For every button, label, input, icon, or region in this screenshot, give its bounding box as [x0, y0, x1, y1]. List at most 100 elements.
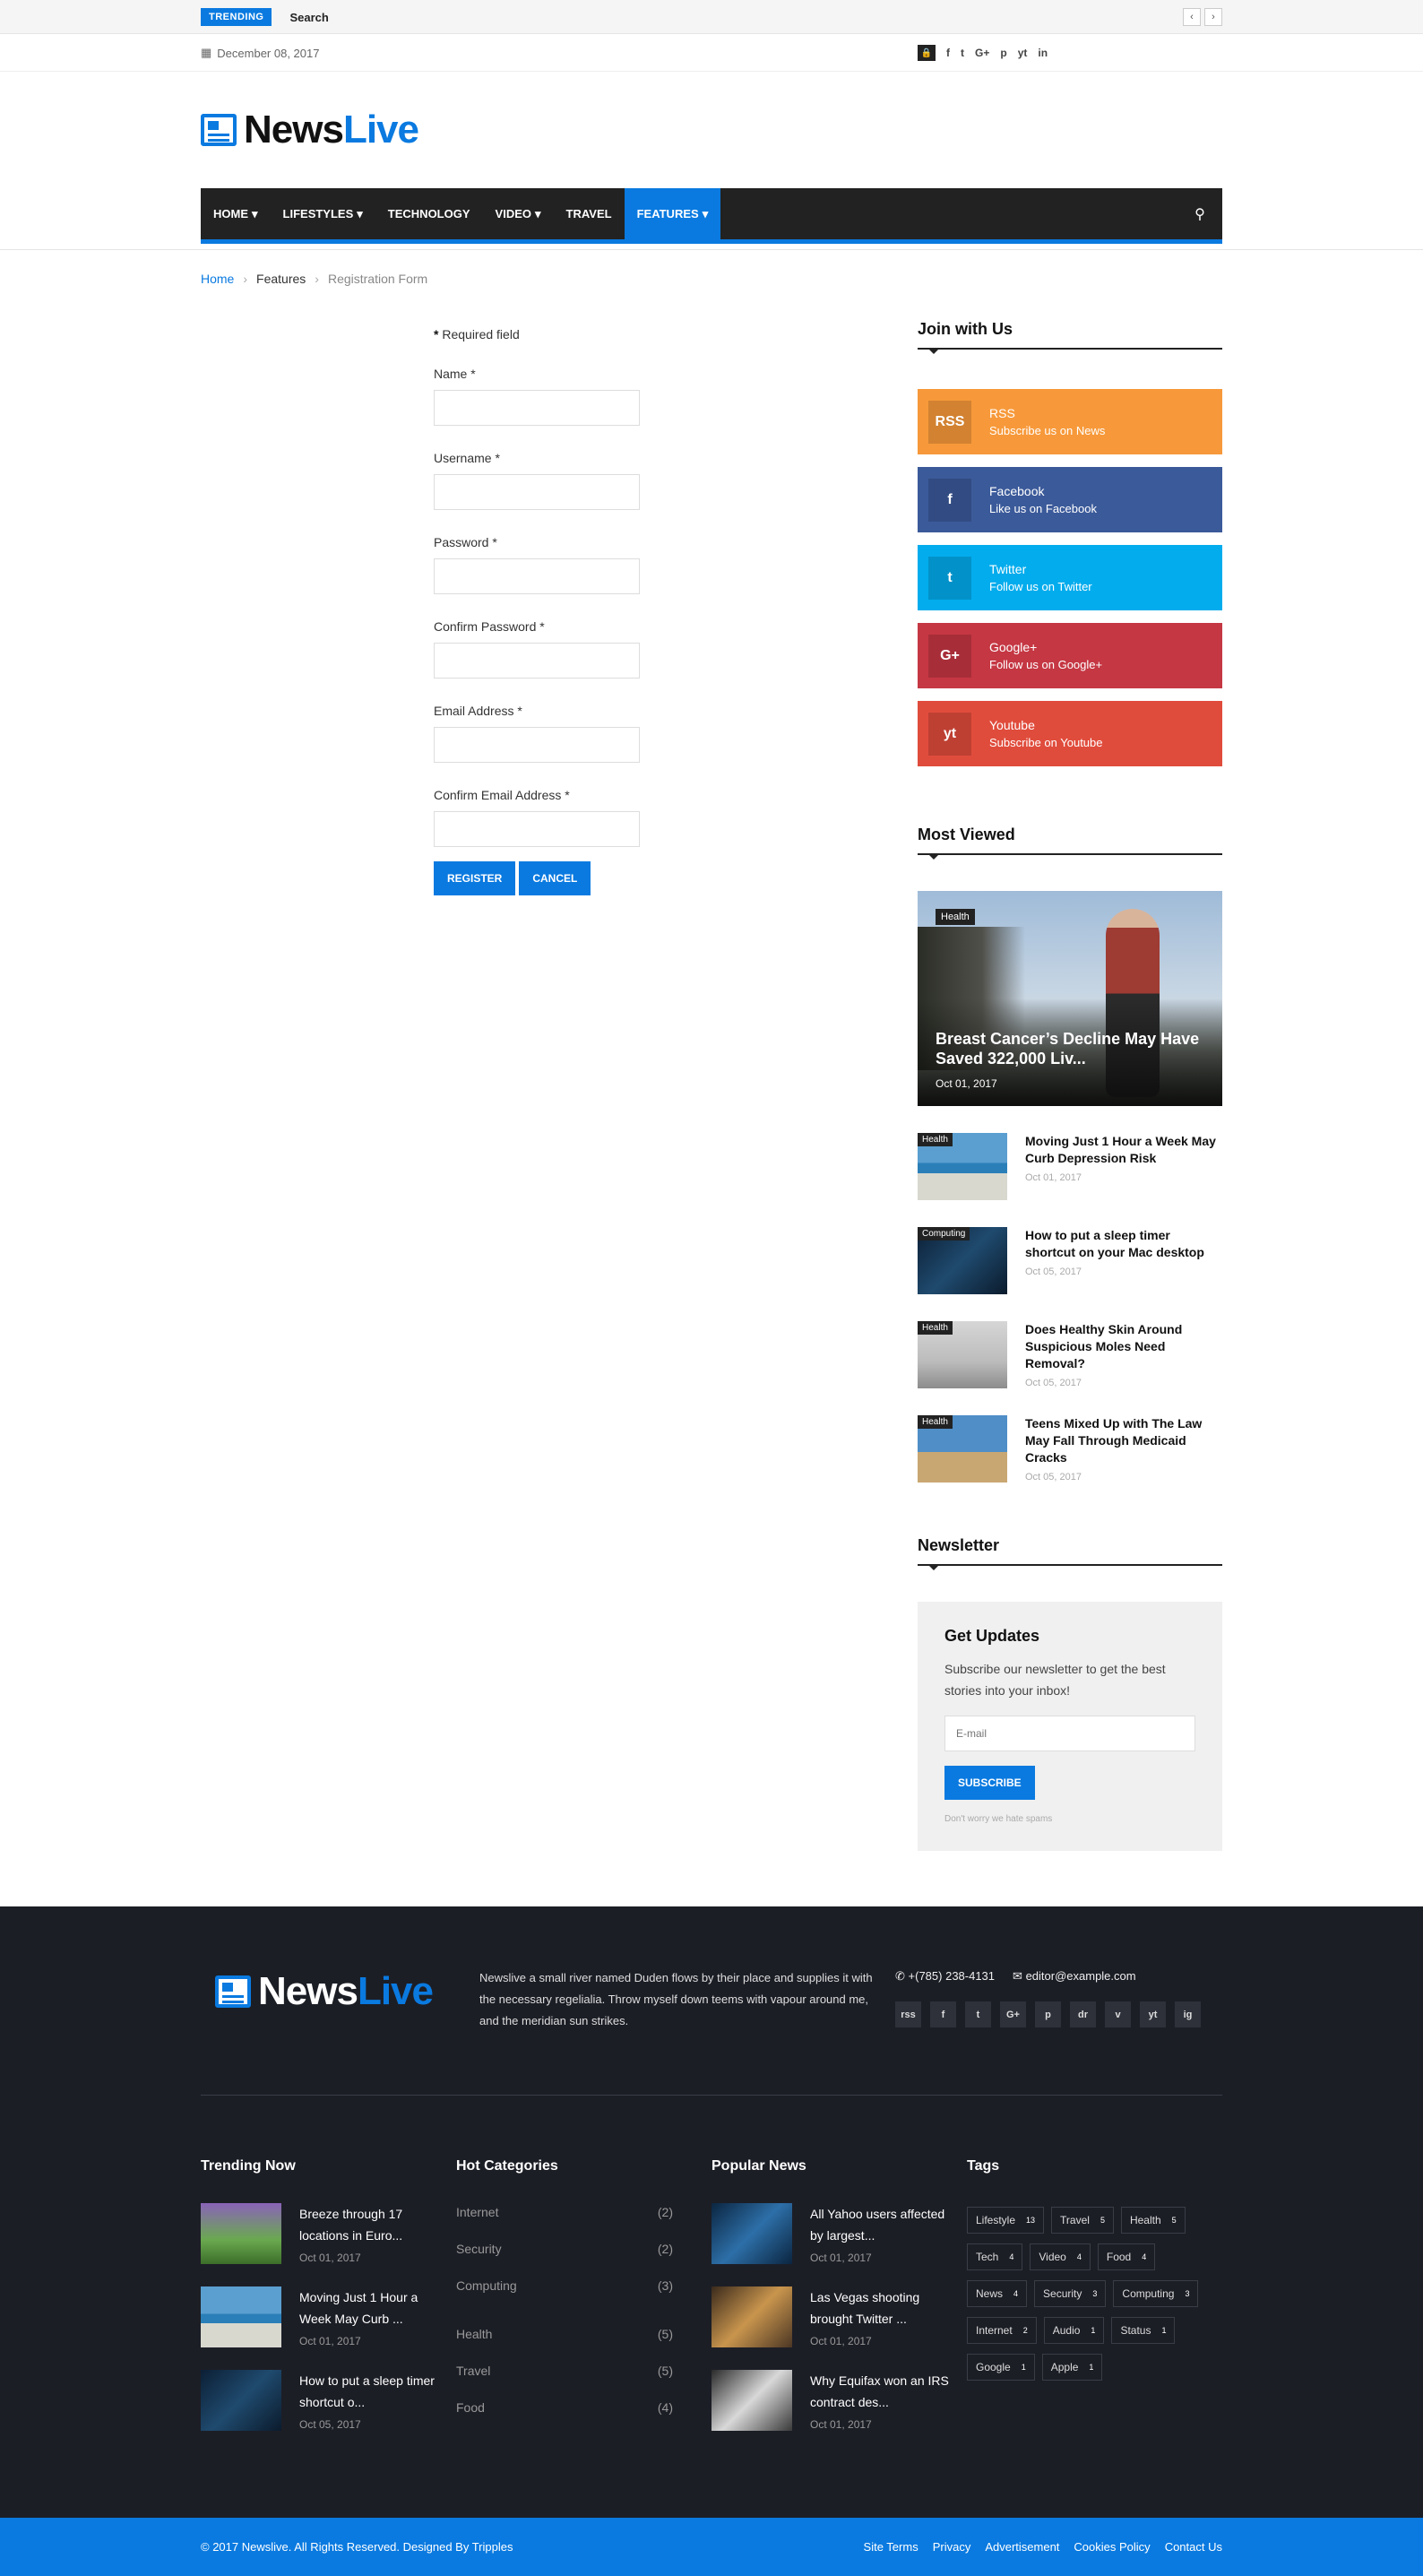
- rss-box[interactable]: RSS RSS Subscribe us on News: [918, 389, 1222, 454]
- name-label: Name *: [434, 367, 476, 381]
- breadcrumb-features[interactable]: Features: [256, 272, 306, 286]
- breadcrumb: Home › Features › Registration Form: [201, 272, 1222, 286]
- copyright-bar: © 2017 Newslive. All Rights Reserved. De…: [0, 2518, 1423, 2576]
- list-item[interactable]: Breeze through 17 locations in Euro... Oc…: [201, 2203, 456, 2264]
- register-button[interactable]: REGISTER: [434, 861, 516, 895]
- tag-link[interactable]: Travel 5: [1051, 2207, 1114, 2234]
- join-title: Join with Us: [918, 320, 1222, 354]
- privacy-link[interactable]: Privacy: [933, 2540, 971, 2554]
- vimeo-icon[interactable]: v: [1105, 2001, 1131, 2027]
- instagram-icon[interactable]: ig: [1175, 2001, 1201, 2027]
- pinterest-icon[interactable]: p: [1035, 2001, 1061, 2027]
- password-label: Password *: [434, 535, 497, 549]
- tag-link[interactable]: News 4: [967, 2280, 1028, 2307]
- newsletter-heading: Get Updates: [944, 1627, 1040, 1645]
- name-field[interactable]: [434, 390, 640, 426]
- tag-link[interactable]: Tech 4: [967, 2243, 1023, 2270]
- email-field[interactable]: [434, 727, 640, 763]
- password-field[interactable]: [434, 558, 640, 594]
- tag-link[interactable]: Status 1: [1111, 2317, 1176, 2344]
- chevron-right-icon[interactable]: ›: [1204, 8, 1222, 26]
- google-plus-icon[interactable]: G+: [1000, 2001, 1026, 2027]
- category-link[interactable]: Travel (5): [456, 2364, 673, 2378]
- list-item[interactable]: How to put a sleep timer shortcut o... Oc…: [201, 2370, 456, 2431]
- rss-icon: RSS: [928, 400, 971, 444]
- twitter-icon[interactable]: t: [965, 2001, 991, 2027]
- confirm-email-field[interactable]: [434, 811, 640, 847]
- category-link[interactable]: Internet (2): [456, 2205, 673, 2219]
- nav-features[interactable]: FEATURES ▾: [624, 188, 721, 239]
- tag-link[interactable]: Video 4: [1030, 2243, 1091, 2270]
- tag-link[interactable]: Security 3: [1034, 2280, 1107, 2307]
- facebook-icon[interactable]: f: [930, 2001, 956, 2027]
- site-terms-link[interactable]: Site Terms: [864, 2540, 918, 2554]
- tag-link[interactable]: Google 1: [967, 2354, 1035, 2381]
- category-link[interactable]: Health (5): [456, 2327, 673, 2341]
- tag-link[interactable]: Health 5: [1120, 2207, 1186, 2234]
- tag-link[interactable]: Apple 1: [1041, 2354, 1103, 2381]
- list-item[interactable]: Health Teens Mixed Up with The Law May F…: [918, 1415, 1222, 1482]
- newsletter-email-input[interactable]: [944, 1716, 1195, 1751]
- category-link[interactable]: Security (2): [456, 2242, 673, 2256]
- contact-us-link[interactable]: Contact Us: [1165, 2540, 1222, 2554]
- youtube-icon[interactable]: yt: [1018, 47, 1028, 59]
- list-item[interactable]: Las Vegas shooting brought Twitter ... Oc…: [712, 2286, 967, 2347]
- lock-icon[interactable]: 🔒: [918, 45, 936, 61]
- post-thumbnail: [201, 2286, 281, 2347]
- subscribe-button[interactable]: SUBSCRIBE: [944, 1766, 1035, 1800]
- dribbble-icon[interactable]: dr: [1070, 2001, 1096, 2027]
- tag-link[interactable]: Computing 3: [1113, 2280, 1199, 2307]
- category-link[interactable]: Computing (3): [456, 2278, 673, 2293]
- newsletter-note: Don't worry we hate spams: [944, 1814, 1053, 1824]
- rss-icon[interactable]: rss: [895, 2001, 921, 2027]
- confirm-password-field[interactable]: [434, 643, 640, 679]
- tag-link[interactable]: Food 4: [1097, 2243, 1156, 2270]
- trending-nav: ‹ ›: [1183, 8, 1222, 26]
- nav-home[interactable]: HOME ▾: [201, 188, 271, 239]
- twitter-icon[interactable]: t: [961, 47, 964, 59]
- list-item[interactable]: All Yahoo users affected by largest... Oc…: [712, 2203, 967, 2264]
- facebook-icon[interactable]: f: [946, 47, 950, 59]
- nav-lifestyles[interactable]: LIFESTYLES ▾: [271, 188, 375, 239]
- tag-link[interactable]: Audio 1: [1043, 2317, 1105, 2344]
- google-plus-box[interactable]: G+ Google+ Follow us on Google+: [918, 623, 1222, 688]
- twitter-box[interactable]: t Twitter Follow us on Twitter: [918, 545, 1222, 610]
- search-icon[interactable]: ⚲: [1177, 188, 1222, 239]
- list-item[interactable]: Computing How to put a sleep timer short…: [918, 1227, 1222, 1294]
- advertisement-link[interactable]: Advertisement: [985, 2540, 1059, 2554]
- username-field[interactable]: [434, 474, 640, 510]
- post-thumbnail: Health: [918, 1415, 1007, 1482]
- tag-link[interactable]: Internet 2: [967, 2317, 1037, 2344]
- footer-logo[interactable]: NewsLive: [215, 1969, 434, 2014]
- cookies-policy-link[interactable]: Cookies Policy: [1074, 2540, 1150, 2554]
- breadcrumb-home[interactable]: Home: [201, 272, 234, 286]
- chevron-down-icon: ▾: [252, 206, 258, 220]
- footer-email[interactable]: ✉ editor@example.com: [1013, 1969, 1136, 1984]
- list-item[interactable]: Why Equifax won an IRS contract des... Oc…: [712, 2370, 967, 2431]
- list-item[interactable]: Health Does Healthy Skin Around Suspicio…: [918, 1321, 1222, 1388]
- nav-video[interactable]: VIDEO ▾: [483, 188, 554, 239]
- cancel-button[interactable]: CANCEL: [519, 861, 591, 895]
- youtube-icon[interactable]: yt: [1140, 2001, 1166, 2027]
- linkedin-icon[interactable]: in: [1038, 47, 1048, 59]
- footer-phone[interactable]: ✆ +(785) 238-4131: [895, 1969, 995, 1984]
- logo-text: NewsLive: [244, 108, 419, 151]
- facebook-box[interactable]: f Facebook Like us on Facebook: [918, 467, 1222, 532]
- category-badge: Health: [936, 909, 975, 925]
- pinterest-icon[interactable]: p: [1000, 47, 1006, 59]
- post-thumbnail: Health: [918, 1133, 1007, 1200]
- nav-travel[interactable]: TRAVEL: [554, 188, 625, 239]
- chevron-down-icon: ▾: [702, 206, 709, 220]
- list-item[interactable]: Health Moving Just 1 Hour a Week May Cur…: [918, 1133, 1222, 1200]
- category-link[interactable]: Food (4): [456, 2400, 673, 2415]
- tag-link[interactable]: Lifestyle 13: [967, 2207, 1045, 2234]
- youtube-box[interactable]: yt Youtube Subscribe on Youtube: [918, 701, 1222, 766]
- google-plus-icon[interactable]: G+: [975, 47, 989, 59]
- list-item[interactable]: Moving Just 1 Hour a Week May Curb ... Oc…: [201, 2286, 456, 2347]
- main-nav: HOME ▾ LIFESTYLES ▾ TECHNOLOGY VIDEO ▾ TRAV…: [201, 188, 1222, 244]
- featured-post[interactable]: Health Breast Cancer’s Decline May Have …: [918, 891, 1222, 1106]
- site-logo[interactable]: NewsLive: [201, 108, 419, 152]
- chevron-left-icon[interactable]: ‹: [1183, 8, 1201, 26]
- trending-text[interactable]: Search: [289, 11, 328, 24]
- nav-technology[interactable]: TECHNOLOGY: [375, 188, 483, 239]
